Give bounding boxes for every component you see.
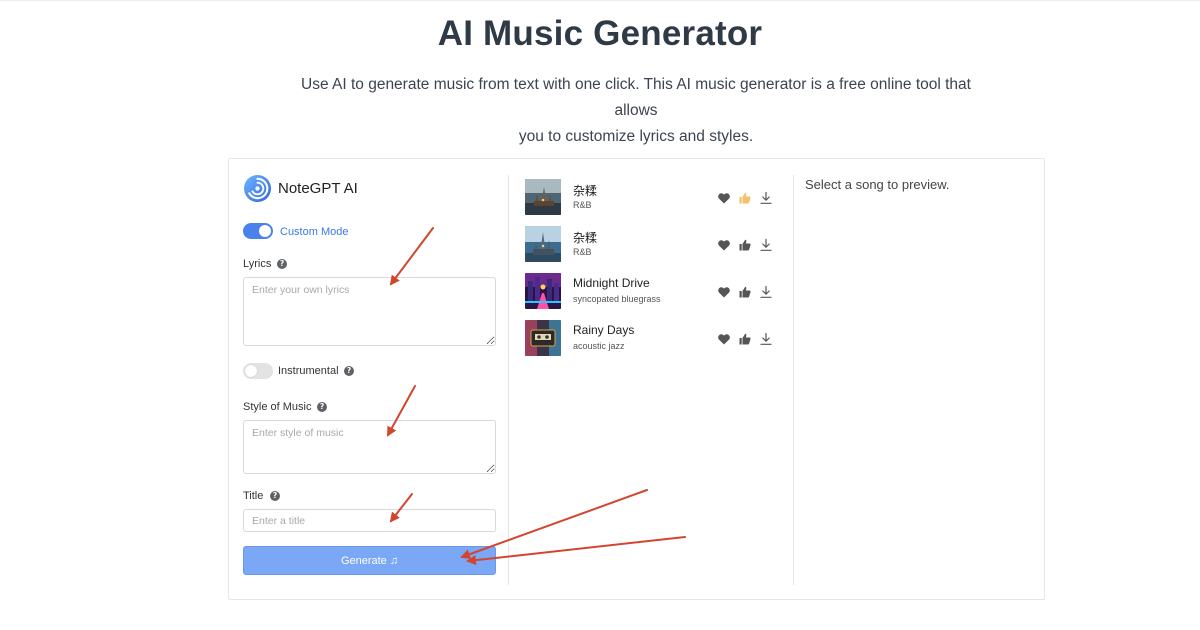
song-item[interactable]: 杂糅 R&B [525,226,775,262]
song-style: R&B [573,200,592,210]
song-item[interactable]: Midnight Drive syncopated bluegrass [525,273,775,309]
thumbs-up-icon[interactable] [738,332,752,346]
song-title: 杂糅 [573,184,598,198]
style-input[interactable] [243,420,496,474]
song-style: R&B [573,247,592,257]
song-title: Rainy Days [573,323,635,337]
download-icon[interactable] [759,332,773,346]
heart-icon[interactable] [717,332,731,346]
instrumental-label: Instrumental [278,365,339,377]
instrumental-toggle[interactable] [243,363,273,379]
music-note-icon: ♫ [389,554,399,567]
song-style: syncopated bluegrass [573,294,661,304]
song-cover-castle-blue [525,226,561,262]
column-divider-right [793,175,794,585]
heart-icon[interactable] [717,191,731,205]
style-label: Style of Music [243,401,312,413]
title-label: Title [243,490,264,502]
song-title: Midnight Drive [573,276,650,290]
song-item[interactable]: 杂糅 R&B [525,179,775,215]
song-style: acoustic jazz [573,341,625,351]
song-cover-cassette [525,320,561,356]
custom-mode-toggle[interactable] [243,223,273,239]
notegpt-logo-icon [243,174,272,203]
heart-icon[interactable] [717,238,731,252]
top-border [0,0,1200,1]
style-help-icon[interactable]: ? [317,402,327,412]
brand-name: NoteGPT AI [278,180,358,197]
download-icon[interactable] [759,191,773,205]
generate-label: Generate [340,554,387,567]
thumbs-up-icon[interactable] [738,285,752,299]
song-cover-neon-city [525,273,561,309]
preview-placeholder: Select a song to preview. [805,177,950,192]
page-title: AI Music Generator [437,14,763,53]
instrumental-help-icon[interactable]: ? [344,366,354,376]
song-cover-castle-night [525,179,561,215]
column-divider-left [508,175,509,585]
generate-button[interactable]: Generate ♫ [243,546,496,575]
page-subtitle: Use AI to generate music from text with … [290,72,982,150]
lyrics-label: Lyrics [243,258,272,270]
song-item[interactable]: Rainy Days acoustic jazz [525,320,775,356]
music-generator-panel [228,158,1045,600]
download-icon[interactable] [759,238,773,252]
lyrics-input[interactable] [243,277,496,346]
title-help-icon[interactable]: ? [270,491,280,501]
subtitle-line-1: Use AI to generate music from text with … [301,76,971,119]
custom-mode-label: Custom Mode [280,226,349,238]
subtitle-line-2: you to customize lyrics and styles. [518,128,754,145]
lyrics-help-icon[interactable]: ? [277,259,287,269]
thumbs-up-icon[interactable] [738,191,752,205]
song-title: 杂糅 [573,231,598,245]
title-input[interactable] [243,509,496,532]
thumbs-up-icon[interactable] [738,238,752,252]
heart-icon[interactable] [717,285,731,299]
download-icon[interactable] [759,285,773,299]
